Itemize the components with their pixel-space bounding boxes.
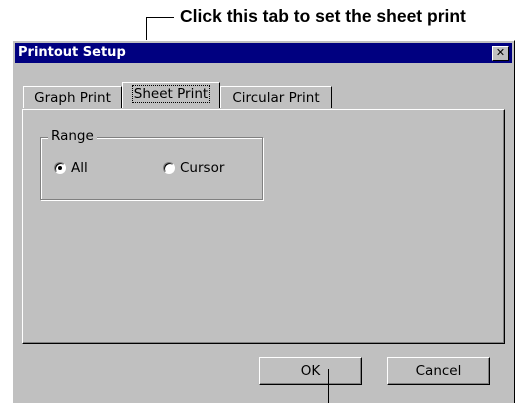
radio-cursor-label: Cursor	[180, 160, 225, 176]
radio-cursor[interactable]: Cursor	[163, 160, 243, 176]
ok-button[interactable]: OK	[259, 357, 362, 385]
close-icon: ✕	[495, 46, 506, 59]
dialog-title: Printout Setup	[18, 45, 126, 60]
tab-sheet-print[interactable]: Sheet Print	[122, 82, 220, 108]
tab-circular-print[interactable]: Circular Print	[220, 86, 332, 108]
tab-graph-print[interactable]: Graph Print	[23, 86, 122, 108]
tab-sheet-print-label: Sheet Print	[131, 85, 211, 103]
printout-setup-dialog: Printout Setup ✕ Graph Print Sheet Print…	[12, 40, 515, 403]
radio-all-indicator[interactable]	[54, 162, 66, 174]
radio-all[interactable]: All	[54, 160, 114, 176]
dialog-titlebar: Printout Setup ✕	[15, 43, 512, 63]
callout-text: Click this tab to set the sheet print	[180, 6, 466, 26]
cancel-button[interactable]: Cancel	[387, 357, 490, 385]
range-group-label: Range	[48, 128, 97, 144]
radio-all-label: All	[71, 160, 88, 176]
callout-leader-horizontal	[146, 17, 174, 18]
tab-circular-print-label: Circular Print	[232, 90, 320, 106]
close-button[interactable]: ✕	[492, 46, 509, 61]
ok-callout-leader	[328, 369, 329, 403]
tab-graph-print-label: Graph Print	[34, 90, 111, 106]
radio-cursor-indicator[interactable]	[163, 162, 175, 174]
